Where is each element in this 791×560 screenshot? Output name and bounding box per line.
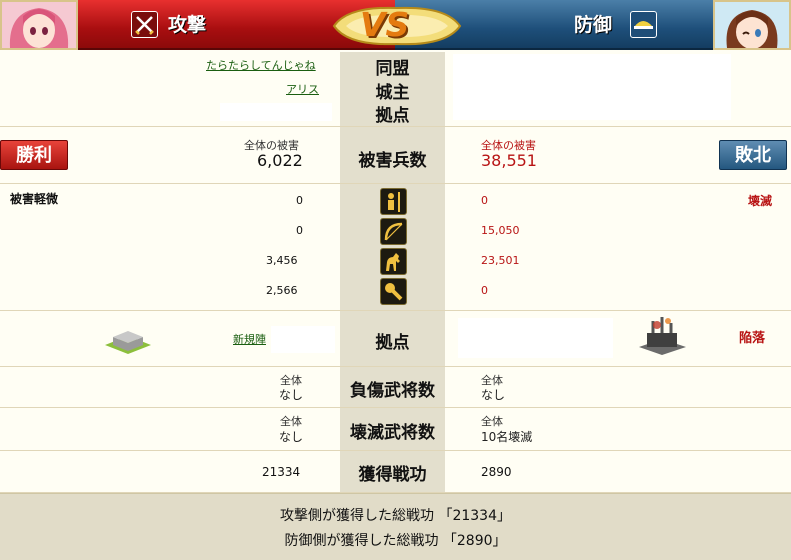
- footer-attack-merit: 攻撃側が獲得した総戦功 「21334」: [280, 508, 511, 524]
- defender-total-damage: 38,551: [481, 151, 537, 170]
- unit-1-att: 0: [296, 194, 303, 207]
- destroyed-def-value: 10名壊滅: [481, 430, 533, 444]
- destroyed-label: 壊滅武将数: [350, 423, 435, 443]
- new-camp-icon: [103, 325, 153, 359]
- siege-weapon-icon: [380, 278, 407, 305]
- defender-avatar[interactable]: [713, 0, 791, 50]
- attacker-total-damage: 6,022: [257, 151, 303, 170]
- attacker-base-name-redacted: [271, 326, 335, 353]
- wounded-label: 負傷武将数: [350, 381, 435, 401]
- defeat-badge: 敗北: [719, 140, 787, 170]
- base-row-label: 拠点: [375, 333, 410, 353]
- attacker-lord-link[interactable]: アリス: [286, 81, 319, 97]
- attack-title: 攻撃: [168, 14, 207, 36]
- attacker-base-redacted: [220, 103, 332, 121]
- footer-defense-merit: 防御側が獲得した総戦功 「2890」: [284, 533, 507, 549]
- vs-label: VS: [360, 5, 410, 44]
- horse-icon: [380, 248, 407, 275]
- unit-1-def: 0: [481, 194, 488, 207]
- wounded-att-value: なし: [279, 388, 304, 402]
- lord-label: 城主: [375, 83, 410, 103]
- destroyed-att-label: 全体: [280, 415, 302, 428]
- attacker-avatar[interactable]: [0, 0, 78, 50]
- unit-2-att: 0: [296, 224, 303, 237]
- attacker-base-link[interactable]: 新規陣: [233, 331, 266, 347]
- crossed-swords-icon: [131, 11, 158, 38]
- unit-2-def: 15,050: [481, 224, 520, 237]
- defender-status: 壊滅: [748, 194, 773, 208]
- victory-badge: 勝利: [0, 140, 68, 170]
- bow-icon: [380, 218, 407, 245]
- wounded-def-value: なし: [481, 388, 506, 402]
- unit-4-def: 0: [481, 284, 488, 297]
- unit-3-def: 23,501: [481, 254, 520, 267]
- damage-label: 被害兵数: [358, 151, 427, 171]
- defender-base-status: 陥落: [739, 331, 766, 346]
- unit-3-att: 3,456: [266, 254, 298, 267]
- attacker-alliance-link[interactable]: たらたらしてんじゃね: [206, 57, 316, 73]
- alliance-label: 同盟: [375, 59, 410, 79]
- defender-base-redacted: [458, 318, 613, 358]
- destroyed-att-value: なし: [279, 430, 304, 444]
- defender-info-redacted: [453, 54, 731, 120]
- merit-def-value: 2890: [481, 465, 512, 479]
- destroyed-def-label: 全体: [481, 415, 503, 428]
- fallen-castle-icon: [635, 315, 690, 359]
- defense-title: 防御: [574, 14, 613, 36]
- merit-att-value: 21334: [262, 465, 301, 479]
- merit-label: 獲得戦功: [358, 465, 427, 485]
- spearman-icon: [380, 188, 407, 215]
- shield-helmet-icon: [630, 11, 657, 38]
- attacker-status: 被害軽微: [10, 192, 59, 206]
- base-label: 拠点: [375, 106, 410, 126]
- unit-4-att: 2,566: [266, 284, 298, 297]
